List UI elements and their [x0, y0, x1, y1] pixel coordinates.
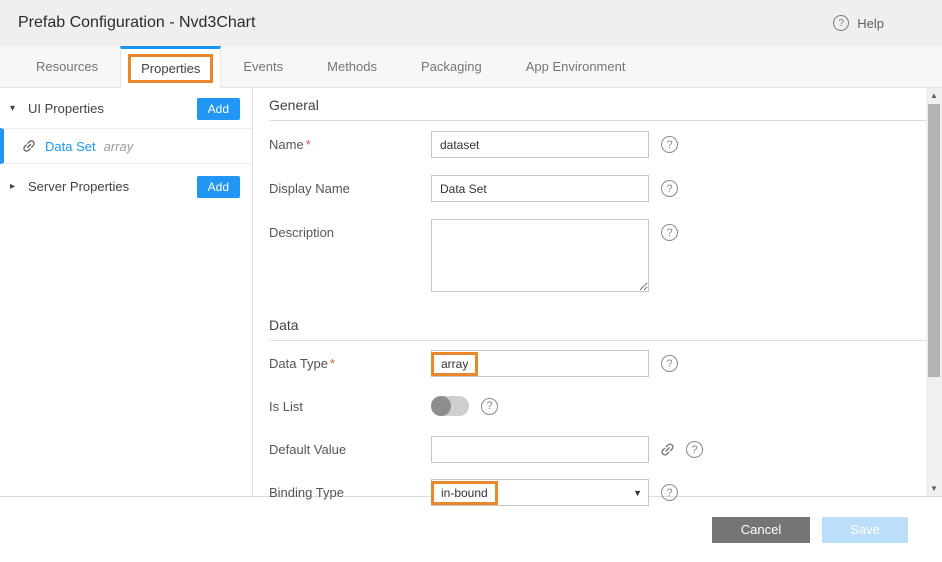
is-list-help-icon[interactable]: ? — [481, 398, 498, 415]
data-type-input[interactable]: array — [431, 350, 649, 377]
field-row-description: Description ? — [269, 219, 926, 292]
save-button[interactable]: Save — [822, 517, 908, 543]
is-list-label: Is List — [269, 399, 431, 414]
annotation-box-properties: Properties — [128, 54, 213, 83]
cancel-button[interactable]: Cancel — [712, 517, 810, 543]
dropdown-arrow-icon: ▼ — [633, 488, 642, 498]
tab-app-environment[interactable]: App Environment — [504, 46, 648, 87]
description-help-icon[interactable]: ? — [661, 224, 678, 241]
property-form: General Name* ? Display Name ? Descripti… — [253, 88, 942, 496]
tab-resources[interactable]: Resources — [14, 46, 120, 87]
binding-type-select[interactable]: in-bound ▼ — [431, 479, 649, 506]
display-name-help-icon[interactable]: ? — [661, 180, 678, 197]
default-value-label: Default Value — [269, 442, 431, 457]
tab-methods[interactable]: Methods — [305, 46, 399, 87]
description-textarea[interactable] — [431, 219, 649, 292]
dataset-item-label: Data Set — [45, 139, 96, 154]
default-value-help-icon[interactable]: ? — [686, 441, 703, 458]
tab-bar: Resources Properties Events Methods Pack… — [0, 46, 942, 88]
dialog-footer: Cancel Save — [0, 497, 942, 562]
display-name-input[interactable] — [431, 175, 649, 202]
title-bar: Prefab Configuration - Nvd3Chart ? Help — [0, 0, 942, 46]
dialog-body: ▾ UI Properties Add Data Set array ▸ Ser… — [0, 88, 942, 497]
data-type-help-icon[interactable]: ? — [661, 355, 678, 372]
scroll-down-icon[interactable]: ▼ — [926, 481, 942, 496]
page-title: Prefab Configuration - Nvd3Chart — [18, 14, 255, 32]
scrollbar-thumb[interactable] — [928, 104, 940, 377]
section-title-general: General — [269, 88, 926, 121]
bind-link-icon[interactable] — [659, 441, 676, 458]
dataset-item-type: array — [104, 139, 134, 154]
help-label: Help — [857, 16, 884, 31]
description-label: Description — [269, 219, 431, 240]
sidebar-group-server-properties[interactable]: ▸ Server Properties Add — [0, 171, 252, 202]
data-type-label: Data Type* — [269, 356, 431, 371]
field-row-display-name: Display Name ? — [269, 175, 926, 202]
name-input[interactable] — [431, 131, 649, 158]
field-row-default-value: Default Value ? — [269, 436, 926, 463]
binding-type-help-icon[interactable]: ? — [661, 484, 678, 501]
tab-packaging[interactable]: Packaging — [399, 46, 504, 87]
vertical-scrollbar[interactable]: ▲ ▼ — [926, 88, 942, 496]
annotation-box-binding-type: in-bound — [431, 481, 498, 505]
help-icon: ? — [833, 15, 849, 31]
field-row-binding-type: Binding Type in-bound ▼ ? — [269, 479, 926, 506]
add-server-property-button[interactable]: Add — [197, 176, 240, 198]
field-row-data-type: Data Type* array ? — [269, 350, 926, 377]
binding-type-label: Binding Type — [269, 485, 431, 500]
name-label: Name* — [269, 137, 431, 152]
required-asterisk: * — [306, 137, 311, 152]
sidebar-group-ui-properties[interactable]: ▾ UI Properties Add — [0, 93, 252, 124]
name-help-icon[interactable]: ? — [661, 136, 678, 153]
tab-events[interactable]: Events — [221, 46, 305, 87]
section-title-data: Data — [269, 308, 926, 341]
chevron-down-icon[interactable]: ▾ — [10, 103, 28, 114]
link-icon — [21, 138, 37, 154]
annotation-box-data-type: array — [431, 352, 478, 376]
default-value-input[interactable] — [431, 436, 649, 463]
is-list-toggle[interactable] — [431, 396, 469, 416]
server-properties-label: Server Properties — [28, 179, 197, 194]
chevron-right-icon[interactable]: ▸ — [10, 181, 28, 192]
sidebar-item-dataset[interactable]: Data Set array — [0, 128, 252, 164]
field-row-name: Name* ? — [269, 131, 926, 158]
help-link[interactable]: ? Help — [833, 15, 884, 31]
toggle-knob — [431, 396, 451, 416]
display-name-label: Display Name — [269, 181, 431, 196]
required-asterisk: * — [330, 356, 335, 371]
add-ui-property-button[interactable]: Add — [197, 98, 240, 120]
field-row-is-list: Is List ? — [269, 396, 926, 416]
scroll-up-icon[interactable]: ▲ — [926, 88, 942, 103]
sidebar: ▾ UI Properties Add Data Set array ▸ Ser… — [0, 88, 253, 496]
ui-properties-label: UI Properties — [28, 101, 197, 116]
tab-properties[interactable]: Properties — [120, 46, 221, 88]
